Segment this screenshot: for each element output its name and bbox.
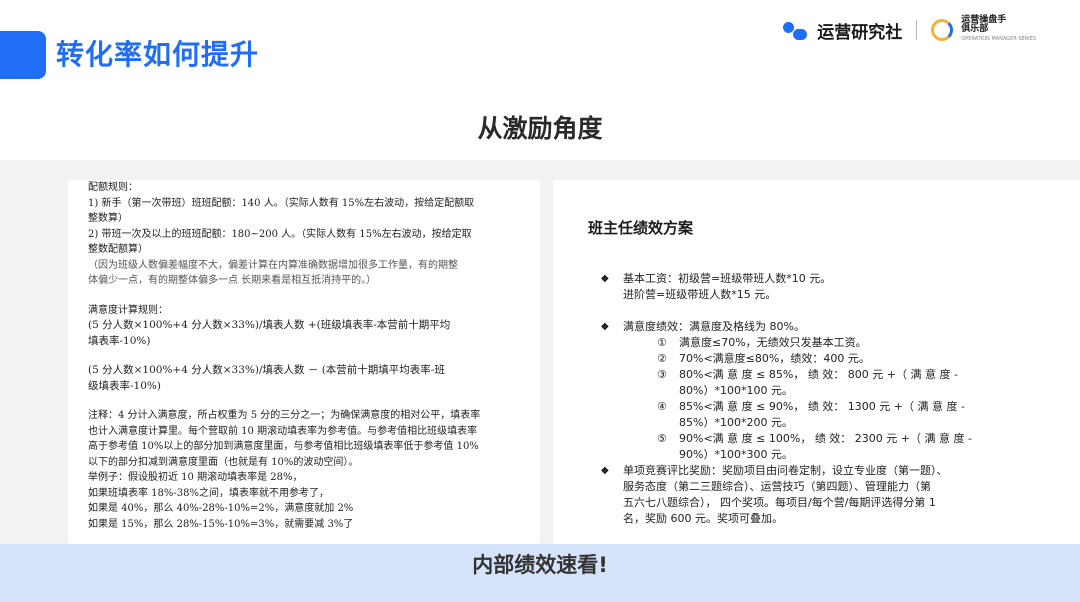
circled-number: ⑤: [657, 432, 667, 445]
logo-divider: [916, 20, 918, 40]
plan-line: 85%）*100*200 元。: [623, 415, 1073, 431]
plan-title: 班主任绩效方案: [588, 219, 694, 237]
club-name-small: OPERATION MANAGER SERIES: [961, 36, 1036, 42]
circled-number: ③: [657, 368, 667, 381]
plan-line: 服务态度（第二三题综合）、运营技巧（第四题）、管理能力（第: [623, 479, 1073, 495]
diamond-bullet-icon: ◆: [601, 321, 609, 332]
plan-line-text: 五六七八题综合）， 四个奖项。每项目/每个营/每期评选得分第 1: [623, 496, 936, 509]
document-line: （因为班级人数偏差幅度不大，偏差计算在内算准确数据增加很多工作量，有的期整: [88, 259, 458, 271]
plan-line: 80%）*100*100 元。: [623, 383, 1073, 399]
club-name: 运营操盘手 俱乐部 OPERATION MANAGER SERIES: [961, 16, 1036, 44]
plan-line-text: 90%<满 意 度 ≤ 100%， 绩 效： 2300 元 +（ 满 意 度 -: [679, 432, 972, 445]
plan-body: ◆ 基本工资：初级营=班级带班人数*10 元。 进阶营=班级带班人数*15 元。 ◆…: [601, 271, 1073, 527]
plan-line: ◆ 基本工资：初级营=班级带班人数*10 元。: [601, 271, 1073, 287]
plan-line: 90%）*100*300 元。: [623, 447, 1073, 463]
document-line: 体偏少一点，有的期整体偏多一点 长期来看是相互抵消持平的。）: [88, 275, 377, 286]
plan-line-text: 80%<满 意 度 ≤ 85%， 绩 效： 800 元 +（ 满 意 度 -: [679, 368, 958, 381]
brand-logo-icon: [783, 20, 809, 40]
plan-line: ④ 85%<满 意 度 ≤ 90%， 绩 效： 1300 元 +（ 满 意 度 -: [623, 399, 1073, 415]
plan-line: ◆ 满意度绩效：满意度及格线为 80%。: [601, 319, 1073, 335]
document-line: 级填表率-10%): [88, 379, 161, 392]
plan-line: ② 70%<满意度≤80%，绩效：400 元。: [623, 351, 1073, 367]
brand-logos: 运营研究社 运营操盘手 俱乐部 OPERATION MANAGER SERIES: [783, 16, 1036, 44]
document-line: 1) 新手（第一次带班）班班配额：140 人。（实际人数有 15%左右波动，按给…: [88, 197, 475, 209]
circled-number: ②: [657, 352, 667, 365]
plan-line: ◆ 单项竞赛评比奖励：奖励项目由问卷定制，设立专业度（第一题）、: [601, 463, 1073, 479]
circled-number: ④: [657, 400, 667, 413]
plan-line-text: 满意度≤70%，无绩效只发基本工资。: [679, 336, 867, 349]
plan-line: 五六七八题综合）， 四个奖项。每项目/每个营/每期评选得分第 1: [623, 495, 1073, 511]
plan-line-text: 单项竞赛评比奖励：奖励项目由问卷定制，设立专业度（第一题）、: [623, 464, 948, 477]
diamond-bullet-icon: ◆: [601, 273, 609, 284]
document-line: 举例子：假设股初近 10 期滚动填表率是 28%，: [88, 472, 303, 483]
document-line: 如果班填表率 18%-38%之间，填表率就不用参考了，: [88, 487, 330, 499]
plan-line-text: 满意度绩效：满意度及格线为 80%。: [623, 320, 805, 333]
document-line: 如果是 15%，那么 28%-15%-10%=3%，就需要减 3%了: [88, 518, 354, 530]
plan-line-text: 80%）*100*100 元。: [679, 384, 793, 397]
document-line: 整数配额算）: [88, 244, 148, 255]
quota-rules-document: 配额规则： 1) 新手（第一次带班）班班配额：140 人。（实际人数有 15%左右…: [68, 180, 540, 544]
plan-line: ⑤ 90%<满 意 度 ≤ 100%， 绩 效： 2300 元 +（ 满 意 度 …: [623, 431, 1073, 447]
circled-number: ①: [657, 336, 667, 349]
document-line: 整数算）: [88, 213, 128, 224]
plan-line: ① 满意度≤70%，无绩效只发基本工资。: [623, 335, 1073, 351]
plan-line: 进阶营=班级带班人数*15 元。: [623, 287, 1073, 303]
page-title: 转化率如何提升: [56, 38, 260, 71]
document-line: 满意度计算规则：: [88, 304, 168, 316]
document-line: (5 分人数×100%+4 分人数×33%)/填表人数 +(班级填表率-本营前十…: [88, 319, 451, 331]
document-line: 以下的部分扣减到满意度里面（也就是有 10%的波动空间）。: [88, 456, 359, 468]
performance-plan-document: 班主任绩效方案 ◆ 基本工资：初级营=班级带班人数*10 元。 进阶营=班级带班人…: [553, 180, 1080, 544]
plan-line-text: 服务态度（第二三题综合）、运营技巧（第四题）、管理能力（第: [623, 480, 931, 493]
document-line: 注释：4 分计入满意度，所占权重为 5 分的三分之一；为确保满意度的相对公平，填…: [88, 410, 481, 421]
title-accent-bar: [0, 31, 46, 79]
plan-line-text: 90%）*100*300 元。: [679, 448, 793, 461]
document-line: (5 分人数×100%+4 分人数×33%)/填表人数 － (本营前十期填平均表…: [88, 364, 445, 376]
document-line: 高于参考值 10%以上的部分加到满意度里面，与参考值相比班级填表率低于参考值 1…: [88, 441, 479, 452]
plan-line-text: 基本工资：初级营=班级带班人数*10 元。: [623, 272, 832, 285]
footer-text: 内部绩效速看!: [472, 553, 608, 577]
plan-line-text: 70%<满意度≤80%，绩效：400 元。: [679, 352, 870, 365]
club-name-line2: 俱乐部: [961, 24, 989, 34]
plan-line-text: 85%<满 意 度 ≤ 90%， 绩 效： 1300 元 +（ 满 意 度 -: [679, 400, 965, 413]
document-line: 填表率-10%): [88, 334, 151, 347]
section-title: 从激励角度: [477, 114, 603, 143]
plan-line-text: 进阶营=班级带班人数*15 元。: [623, 288, 777, 301]
document-line: 配额规则：: [88, 182, 138, 193]
brand-name: 运营研究社: [817, 22, 903, 43]
plan-line: 名，奖励 600 元。奖项可叠加。: [623, 511, 1073, 527]
club-logo-icon: [931, 19, 954, 41]
document-line: 也计入满意度计算里。每个营取前 10 期滚动填表率为参考值。与参考值相比班级填表…: [88, 425, 478, 437]
document-line: 2) 带班一次及以上的班班配额：180~200 人。（实际人数有 15%左右波动…: [88, 228, 472, 240]
document-line: 如果是 40%，那么 40%-28%-10%=2%，满意度就加 2%: [88, 503, 354, 514]
plan-line-text: 名，奖励 600 元。奖项可叠加。: [623, 512, 783, 525]
diamond-bullet-icon: ◆: [601, 465, 609, 476]
plan-line-text: 85%）*100*200 元。: [679, 416, 793, 429]
plan-line: ③ 80%<满 意 度 ≤ 85%， 绩 效： 800 元 +（ 满 意 度 -: [623, 367, 1073, 383]
